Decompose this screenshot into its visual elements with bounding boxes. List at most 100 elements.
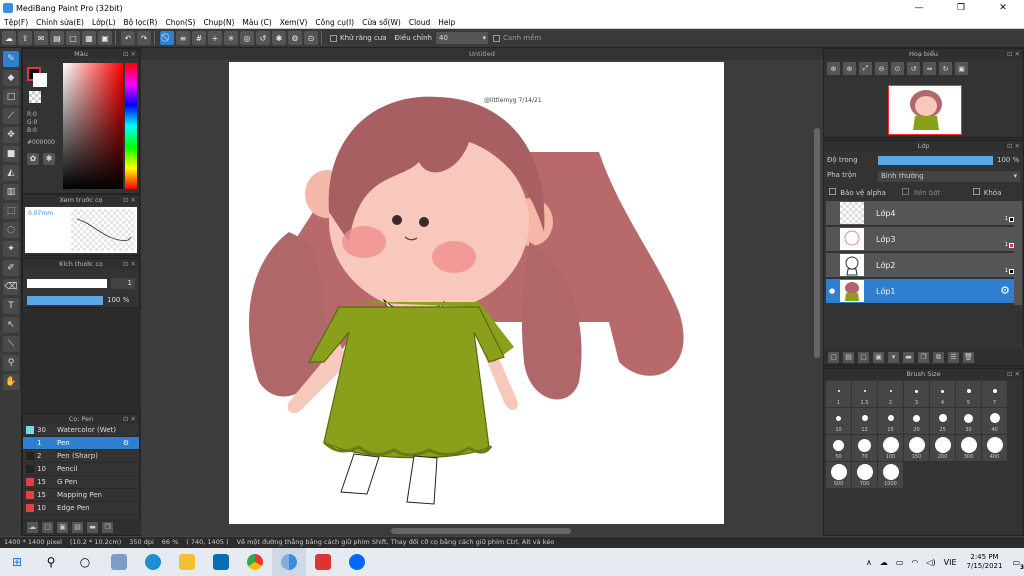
background-color-swatch[interactable] (33, 73, 47, 87)
menu-layer[interactable]: Lớp(L) (88, 16, 120, 28)
layer-folder-icon[interactable]: ▬ (903, 351, 914, 363)
snap-checkbox[interactable] (493, 34, 500, 42)
menu-select[interactable]: Chọn(S) (161, 16, 199, 28)
clock[interactable]: 2:45 PM 7/15/2021 (967, 553, 1003, 571)
new-1bit-layer-icon[interactable]: ▣ (873, 351, 884, 363)
brush-item[interactable]: 2 Pen (Sharp) (23, 450, 139, 463)
duplicate-layer-icon[interactable]: ❐ (918, 351, 929, 363)
size-slider[interactable] (27, 279, 107, 288)
comment-icon[interactable]: ✉ (34, 31, 48, 45)
menu-view[interactable]: Xem(V) (276, 16, 312, 28)
delete-layer-icon[interactable]: 🗑 (963, 351, 974, 363)
store-icon[interactable] (306, 548, 340, 576)
fill-rect-tool-icon[interactable]: ■ (3, 146, 19, 162)
eraser-tool-icon[interactable]: ◆ (3, 70, 19, 86)
chrome-icon[interactable] (238, 548, 272, 576)
brush-item[interactable]: 15 G Pen (23, 476, 139, 489)
select-tool-icon[interactable]: ⬚ (3, 203, 19, 219)
snap-vanish-icon[interactable]: ✱ (272, 31, 286, 45)
medibang-icon[interactable] (272, 548, 306, 576)
close-button[interactable]: ✕ (982, 0, 1024, 16)
line-tool-icon[interactable]: ⟋ (3, 108, 19, 124)
merge-layer-icon[interactable]: ⧉ (933, 351, 944, 363)
hand-tool-icon[interactable]: ✋ (3, 374, 19, 390)
menu-filter[interactable]: Bộ lọc(R) (120, 16, 162, 28)
color-picker-icon[interactable]: ✱ (43, 153, 55, 165)
zoom-out-icon[interactable]: ⊖ (875, 62, 888, 75)
brush-size-cell[interactable]: 5 (956, 381, 981, 407)
grid-icon[interactable]: ▦ (82, 31, 96, 45)
export-icon[interactable]: ▣ (98, 31, 112, 45)
antialias-checkbox[interactable] (330, 34, 337, 42)
maximize-button[interactable]: ❐ (940, 0, 982, 16)
brush-size-cell[interactable]: 500 (826, 462, 851, 488)
rotate-right-icon[interactable]: ↻ (939, 62, 952, 75)
minimize-button[interactable]: — (898, 0, 940, 16)
brush-size-cell[interactable]: 400 (982, 435, 1007, 461)
settings-icon[interactable]: ⚙ (288, 31, 302, 45)
menu-snap[interactable]: Chụp(N) (199, 16, 238, 28)
menu-edit[interactable]: Chỉnh sửa(E) (32, 16, 88, 28)
layer-row[interactable]: Lớp4 1 (826, 201, 1014, 226)
brush-size-cell[interactable]: 50 (826, 435, 851, 461)
snap-off-icon[interactable]: ⃠ (160, 31, 174, 45)
brush-size-cell[interactable]: 25 (930, 408, 955, 434)
copy-brush-icon[interactable]: ▤ (72, 521, 83, 533)
select-eraser-tool-icon[interactable]: ⌫ (3, 279, 19, 295)
zalo-icon[interactable] (340, 548, 374, 576)
flip-icon[interactable]: ⇔ (923, 62, 936, 75)
brush-item[interactable]: 10 Pencil (23, 463, 139, 476)
snap-curve-icon[interactable]: ↺ (256, 31, 270, 45)
save-icon[interactable]: ▤ (50, 31, 64, 45)
text-tool-icon[interactable]: T (3, 298, 19, 314)
menu-file[interactable]: Tệp(F) (0, 16, 32, 28)
folder-icon[interactable]: ▬ (87, 521, 98, 533)
brush-size-cell[interactable]: 12 (852, 408, 877, 434)
size-input[interactable]: 1 (111, 278, 135, 289)
layer-add-menu-icon[interactable]: ▾ (888, 351, 899, 363)
volume-icon[interactable]: ◁) (926, 558, 935, 567)
zoom-in-icon[interactable]: ⊕ (827, 62, 840, 75)
divide-tool-icon[interactable]: ⟍ (3, 336, 19, 352)
brush-size-cell[interactable]: 4 (930, 381, 955, 407)
panel-close-icon[interactable]: ⊡ ✕ (123, 414, 136, 424)
task-view-icon[interactable]: ○ (68, 548, 102, 576)
onedrive-icon[interactable]: ☁ (880, 558, 888, 567)
snap-parallel-icon[interactable]: ≡ (176, 31, 190, 45)
cloud-brush-icon[interactable]: ☁ (27, 521, 38, 533)
brush-size-cell[interactable]: 20 (904, 408, 929, 434)
add-brush-icon[interactable]: ▢ (42, 521, 53, 533)
layer-menu-icon[interactable]: ☰ (948, 351, 959, 363)
panel-close-icon[interactable]: ⊡ ✕ (1007, 141, 1020, 151)
brush-size-cell[interactable]: 300 (956, 435, 981, 461)
brush-menu-icon[interactable]: ▣ (57, 521, 68, 533)
windows-start-icon[interactable]: ⊞ (0, 548, 34, 576)
layer-row[interactable]: Lớp2 1 (826, 253, 1014, 278)
layer-settings-icon[interactable]: ⚙ (1000, 284, 1010, 297)
opacity-slider[interactable] (27, 296, 103, 305)
dell-icon[interactable] (204, 548, 238, 576)
canvas-tab[interactable]: Untitled (141, 48, 823, 60)
brush-settings-icon[interactable]: ⚙ (123, 439, 129, 447)
app-taskbar-icon[interactable] (102, 548, 136, 576)
palette-icon[interactable]: ✿ (27, 153, 39, 165)
eyedropper-tool-icon[interactable]: ⚲ (3, 355, 19, 371)
operation-tool-icon[interactable]: ↖ (3, 317, 19, 333)
panel-close-icon[interactable]: ⊡ ✕ (123, 49, 136, 59)
brush-size-cell[interactable]: 1.5 (852, 381, 877, 407)
hue-slider[interactable] (125, 63, 137, 189)
drawing-canvas[interactable]: @littlemyg 7/14/21 (229, 62, 724, 524)
brush-size-cell[interactable]: 200 (930, 435, 955, 461)
lasso-tool-icon[interactable]: ◌ (3, 222, 19, 238)
select-pen-tool-icon[interactable]: ✐ (3, 260, 19, 276)
brush-size-cell[interactable]: 100 (878, 435, 903, 461)
brush-size-cell[interactable]: 3 (904, 381, 929, 407)
layer-scrollbar[interactable] (1014, 201, 1022, 305)
new-layer-icon[interactable]: ▢ (828, 351, 839, 363)
share-icon[interactable]: ⇪ (18, 31, 32, 45)
brush-size-cell[interactable]: 700 (852, 462, 877, 488)
layer-row-selected[interactable]: ● Lớp1 ⚙ (826, 279, 1014, 304)
edge-icon[interactable] (136, 548, 170, 576)
move-tool-icon[interactable]: ✥ (3, 127, 19, 143)
language-indicator[interactable]: VIE (944, 558, 957, 567)
